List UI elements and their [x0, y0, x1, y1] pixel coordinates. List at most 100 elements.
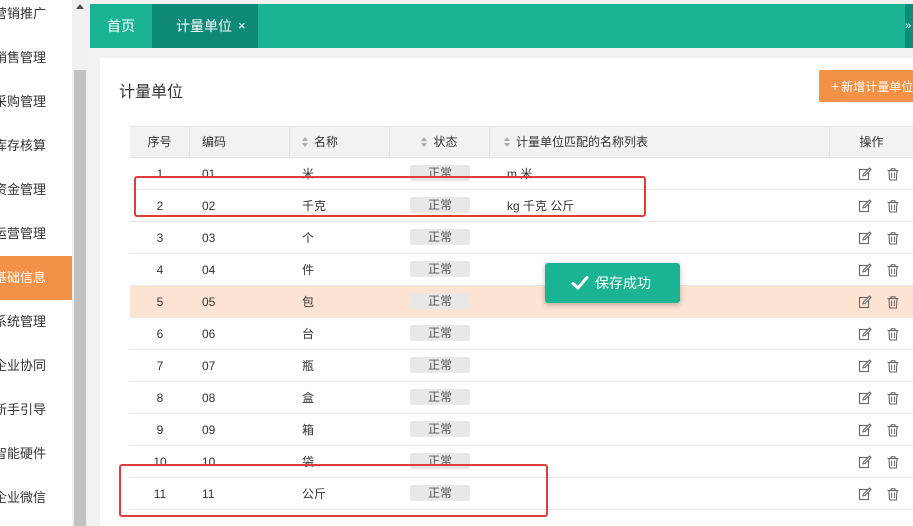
sidebar-item-marketing[interactable]: 营销推广 [0, 0, 72, 36]
trash-icon[interactable] [886, 167, 900, 181]
table-row[interactable]: 2 02 千克 正常 kg 千克 公斤 [130, 190, 913, 222]
add-unit-button-label: 新增计量单位 [841, 80, 913, 94]
table-row[interactable]: 4 04 件 正常 [130, 254, 913, 286]
edit-icon[interactable] [858, 263, 872, 277]
table-row[interactable]: 6 06 台 正常 [130, 318, 913, 350]
status-badge: 正常 [410, 197, 470, 213]
tab-scroll-right-icon[interactable]: » [905, 4, 913, 48]
tab-home-label: 首页 [107, 18, 135, 34]
scroll-up-arrow-icon[interactable] [76, 4, 84, 9]
sidebar-item-funds[interactable]: 资金管理 [0, 168, 72, 212]
trash-icon[interactable] [886, 231, 900, 245]
tab-units[interactable]: 计量单位 × [152, 4, 258, 48]
edit-icon[interactable] [858, 167, 872, 181]
cell-code: 09 [202, 423, 216, 437]
column-header-name[interactable]: 名称 [290, 127, 390, 158]
sort-icon[interactable] [504, 137, 512, 147]
table-header: 序号 编码 名称 状态 计量单位匹配的名称列表 操作 [130, 126, 913, 158]
sidebar-item-system[interactable]: 系统管理 [0, 300, 72, 344]
cell-code: 11 [202, 487, 215, 501]
cell-alias [507, 414, 827, 446]
sidebar-item-basic-info[interactable]: 基础信息 [0, 256, 72, 300]
sidebar-item-wechat[interactable]: 企业微信 [0, 476, 72, 520]
cell-index: 5 [156, 295, 164, 309]
cell-index: 2 [156, 199, 164, 213]
table-row[interactable]: 9 09 箱 正常 [130, 414, 913, 446]
trash-icon[interactable] [886, 455, 900, 469]
edit-icon[interactable] [858, 391, 872, 405]
edit-icon[interactable] [858, 199, 872, 213]
edit-icon[interactable] [858, 295, 872, 309]
table-row[interactable]: 5 05 包 正常 [130, 286, 913, 318]
check-icon [571, 276, 589, 290]
close-icon[interactable]: × [238, 4, 246, 48]
sidebar-item-label: 资金管理 [0, 182, 47, 197]
trash-icon[interactable] [886, 423, 900, 437]
column-header-code[interactable]: 编码 [190, 127, 290, 158]
cell-index: 10 [153, 455, 167, 469]
cell-name: 台 [302, 327, 315, 341]
scrollbar-thumb[interactable] [74, 70, 86, 526]
cell-name: 包 [302, 295, 315, 309]
table-body: 1 01 米正常 m 米 2 02 千克 正常 kg 千克 公斤 3 03 个正常 4 04 件正常 5 05 包… [130, 158, 913, 510]
sidebar-item-inventory[interactable]: 库存核算 [0, 124, 72, 168]
plus-icon: + [831, 78, 840, 94]
cell-name: 盒 [302, 391, 315, 405]
trash-icon[interactable] [886, 327, 900, 341]
trash-icon[interactable] [886, 199, 900, 213]
sort-icon[interactable] [302, 137, 310, 147]
sidebar-item-purchase[interactable]: 采购管理 [0, 80, 72, 124]
trash-icon[interactable] [886, 263, 900, 277]
cell-code: 10 [202, 455, 216, 469]
column-header-status[interactable]: 状态 [390, 127, 490, 158]
sidebar-item-label: 销售管理 [0, 50, 47, 65]
cell-alias [507, 318, 827, 350]
tab-home[interactable]: 首页 [107, 4, 135, 48]
trash-icon[interactable] [886, 487, 900, 501]
cell-code: 01 [202, 167, 216, 181]
status-badge: 正常 [410, 165, 470, 181]
edit-icon[interactable] [858, 359, 872, 373]
trash-icon[interactable] [886, 359, 900, 373]
sidebar-item-operations[interactable]: 运营管理 [0, 212, 72, 256]
cell-index: 4 [156, 263, 164, 277]
edit-icon[interactable] [858, 423, 872, 437]
cell-name: 公斤 [302, 487, 327, 501]
table-row[interactable]: 8 08 盒 正常 [130, 382, 913, 414]
trash-icon[interactable] [886, 391, 900, 405]
tab-bar: 首页 计量单位 × » [90, 4, 913, 48]
header-label: 状态 [433, 135, 458, 149]
units-panel: 计量单位 + 新增计量单位 序号 编码 名称 状态 计量单位匹配的名称列表 操作 … [100, 58, 913, 526]
sidebar-item-hardware[interactable]: 智能硬件 [0, 432, 72, 476]
edit-icon[interactable] [858, 487, 872, 501]
column-header-alias[interactable]: 计量单位匹配的名称列表 [490, 127, 830, 158]
table-row[interactable]: 10 10 袋 正常 [130, 446, 913, 478]
cell-name: 个 [302, 231, 315, 245]
cell-code: 06 [202, 327, 216, 341]
sidebar-item-guide[interactable]: 新手引导 [0, 388, 72, 432]
sort-icon[interactable] [421, 137, 429, 147]
cell-alias [507, 350, 827, 382]
sidebar-menu: 营销推广 销售管理 采购管理 库存核算 资金管理 运营管理 基础信息 系统管理 … [0, 0, 72, 526]
cell-name: 袋 [302, 455, 315, 469]
cell-name: 瓶 [302, 359, 315, 373]
cell-alias [507, 446, 827, 478]
edit-icon[interactable] [858, 231, 872, 245]
cell-code: 05 [202, 295, 216, 309]
trash-icon[interactable] [886, 295, 900, 309]
status-badge: 正常 [410, 485, 470, 501]
table-row[interactable]: 3 03 个 正常 [130, 222, 913, 254]
edit-icon[interactable] [858, 455, 872, 469]
table-row[interactable]: 1 01 米 正常 m 米 [130, 158, 913, 190]
sidebar-item-collaboration[interactable]: 企业协同 [0, 344, 72, 388]
sidebar-scrollbar[interactable] [72, 0, 88, 526]
add-unit-button[interactable]: + 新增计量单位 [819, 70, 913, 102]
table-row[interactable]: 11 11 公斤 正常 [130, 478, 913, 510]
cell-index: 9 [156, 423, 164, 437]
sidebar-item-sales[interactable]: 销售管理 [0, 36, 72, 80]
cell-code: 03 [202, 231, 216, 245]
sidebar-item-label: 基础信息 [0, 270, 47, 285]
edit-icon[interactable] [858, 327, 872, 341]
table-row[interactable]: 7 07 瓶 正常 [130, 350, 913, 382]
cell-name: 件 [302, 263, 315, 277]
